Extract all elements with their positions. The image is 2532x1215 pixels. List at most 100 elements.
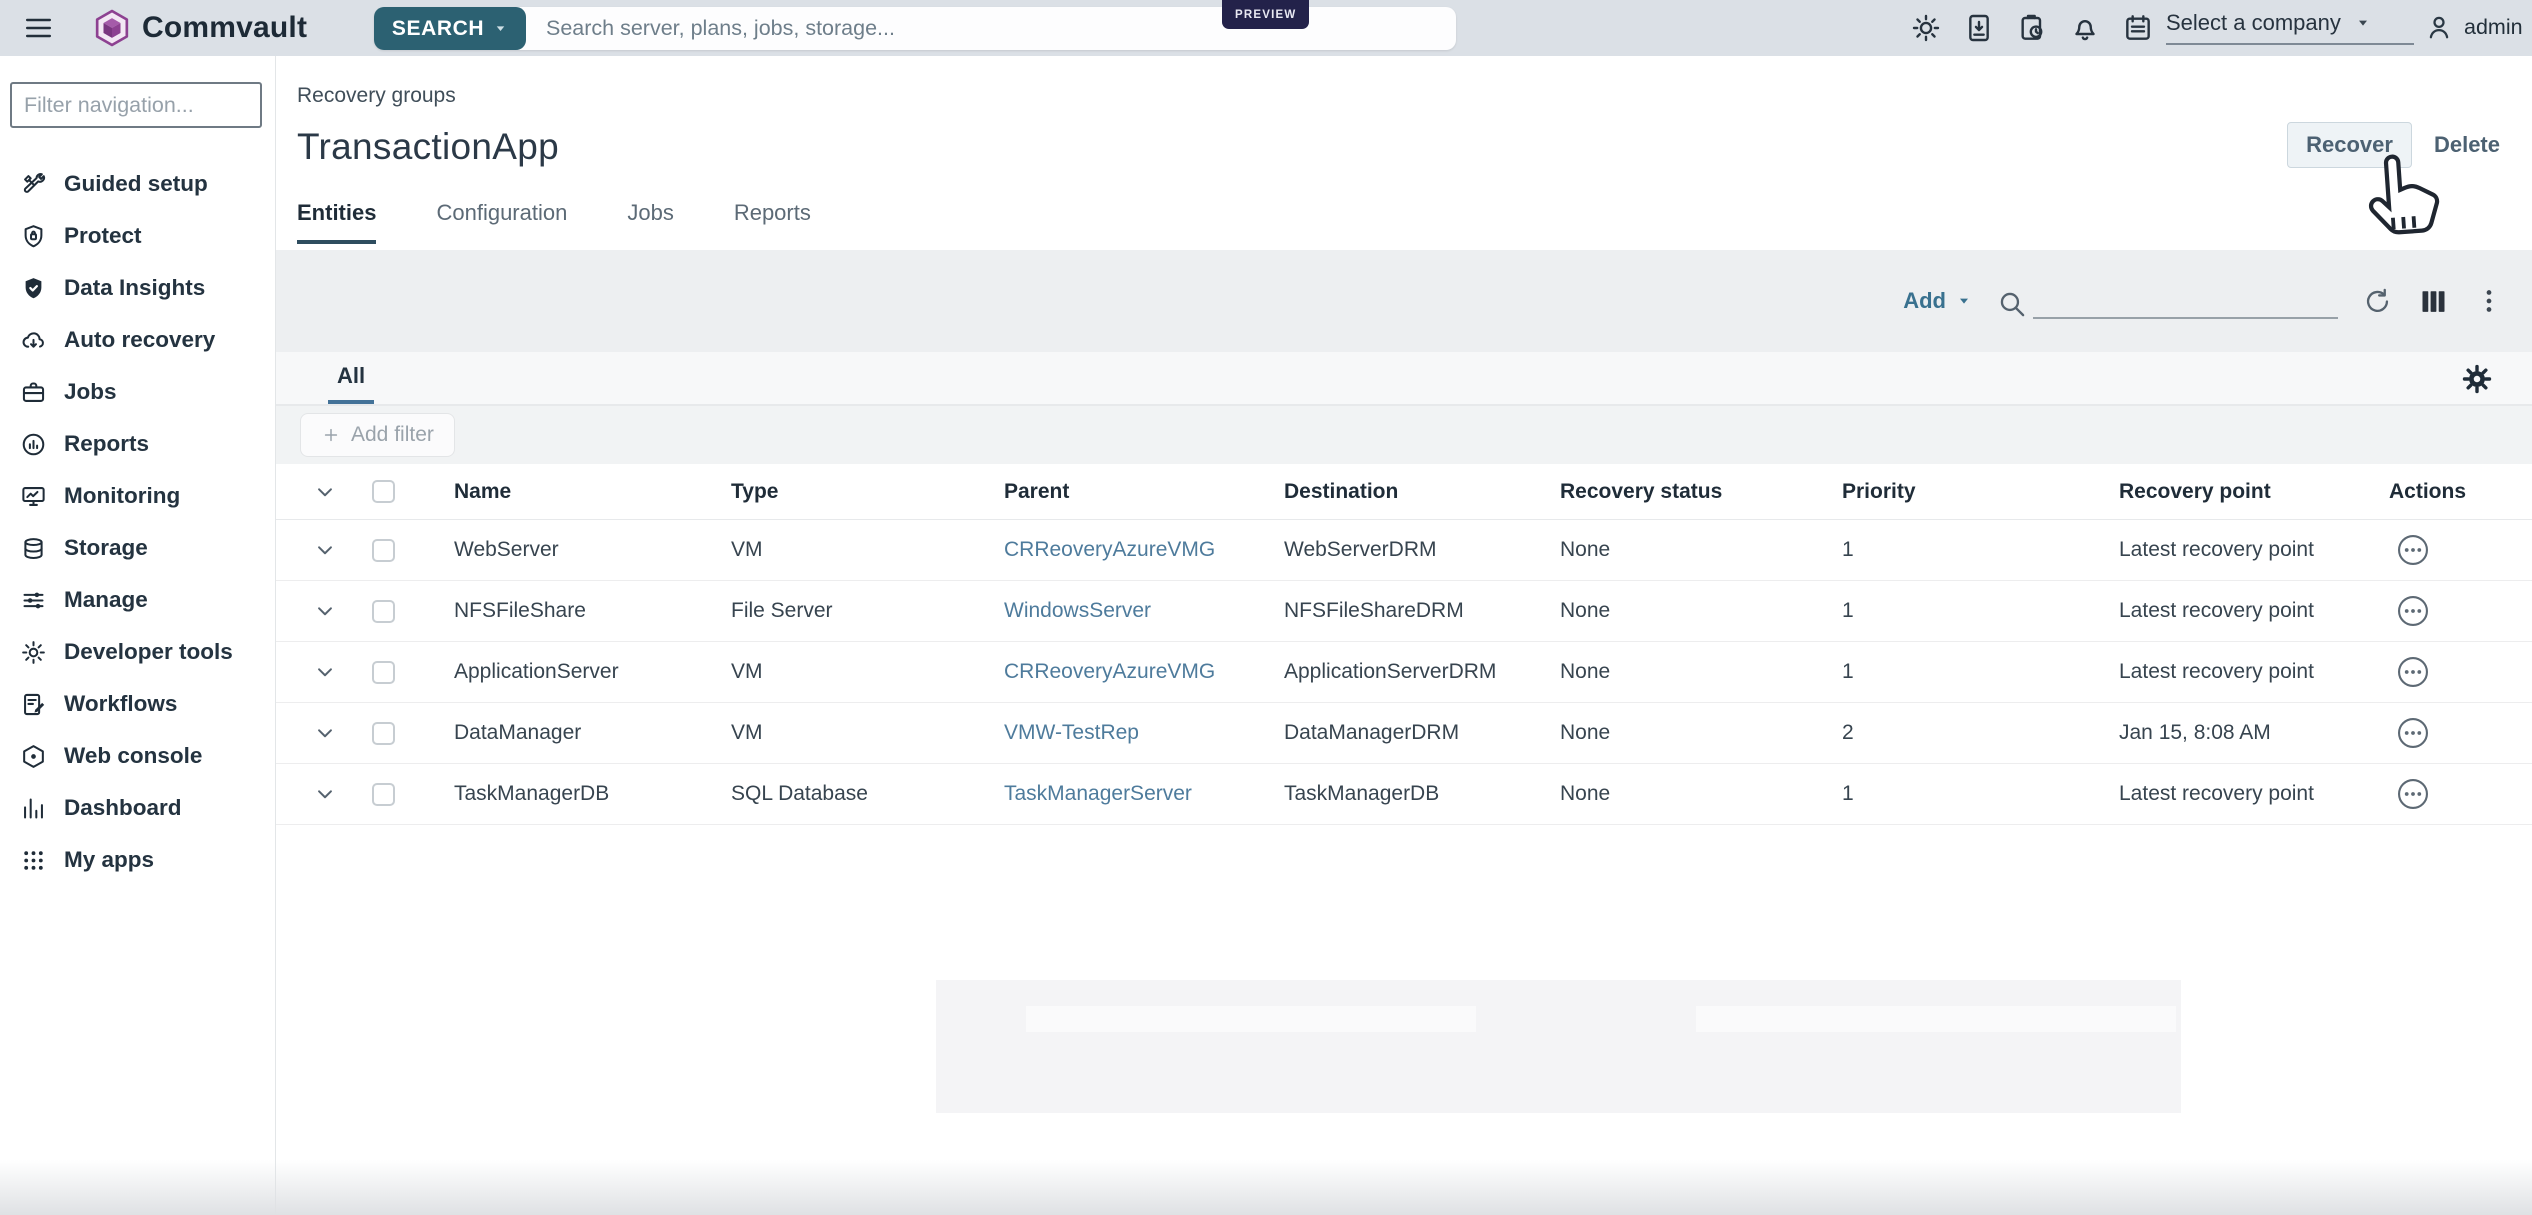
- recover-button[interactable]: Recover: [2287, 122, 2412, 168]
- cell-parent[interactable]: WindowsServer: [1004, 599, 1284, 623]
- cell-destination: DataManagerDRM: [1284, 721, 1560, 745]
- sidebar-item-data-insights[interactable]: Data Insights: [0, 262, 275, 314]
- add-button[interactable]: Add: [1903, 288, 1972, 314]
- ghost-artifact: [936, 980, 2181, 1113]
- row-expand-chevron-icon[interactable]: [312, 720, 338, 746]
- ghost-artifact: [1026, 1006, 1476, 1032]
- row-expand-chevron-icon[interactable]: [312, 537, 338, 563]
- cell-recovery-status: None: [1560, 721, 1842, 745]
- commvault-logo-text: Commvault: [142, 11, 307, 45]
- row-checkbox[interactable]: [372, 539, 395, 562]
- cell-parent[interactable]: TaskManagerServer: [1004, 782, 1284, 806]
- table-settings-gear-icon[interactable]: [2460, 362, 2494, 396]
- row-actions-icon[interactable]: [2395, 715, 2431, 751]
- audit-log-icon[interactable]: [2016, 12, 2048, 44]
- add-filter-button[interactable]: Add filter: [300, 413, 455, 457]
- select-all-checkbox[interactable]: [372, 480, 395, 503]
- cell-priority: 2: [1842, 721, 2119, 745]
- sidebar-item-my-apps[interactable]: My apps: [0, 834, 275, 886]
- jobs-icon: [20, 379, 47, 406]
- sidebar: Guided setupProtectData InsightsAuto rec…: [0, 56, 276, 1215]
- global-search-input[interactable]: [526, 16, 1456, 41]
- sidebar-item-manage[interactable]: Manage: [0, 574, 275, 626]
- row-actions-icon[interactable]: [2395, 593, 2431, 629]
- cell-name: WebServer: [454, 538, 731, 562]
- tab-entities[interactable]: Entities: [297, 200, 376, 244]
- row-checkbox[interactable]: [372, 722, 395, 745]
- tab-jobs[interactable]: Jobs: [627, 200, 673, 244]
- row-checkbox[interactable]: [372, 600, 395, 623]
- cell-name: DataManager: [454, 721, 731, 745]
- schedules-icon[interactable]: [2122, 12, 2154, 44]
- cell-recovery-point: Latest recovery point: [2119, 660, 2389, 684]
- cell-parent[interactable]: CRReoveryAzureVMG: [1004, 538, 1284, 562]
- web-console-icon: [20, 743, 47, 770]
- table-body: WebServerVMCRReoveryAzureVMGWebServerDRM…: [276, 520, 2532, 825]
- row-expand-chevron-icon[interactable]: [312, 781, 338, 807]
- column-header-destination[interactable]: Destination: [1284, 480, 1560, 504]
- column-header-priority[interactable]: Priority: [1842, 480, 2119, 504]
- chevron-down-icon[interactable]: [312, 479, 338, 505]
- company-selector[interactable]: Select a company: [2166, 10, 2414, 45]
- tab-configuration[interactable]: Configuration: [436, 200, 567, 244]
- column-header-recovery-status[interactable]: Recovery status: [1560, 480, 1842, 504]
- page-header-actions: Recover Delete: [2287, 122, 2510, 168]
- guided-setup-icon: [20, 171, 47, 198]
- sidebar-item-protect[interactable]: Protect: [0, 210, 275, 262]
- reports-download-icon[interactable]: [1963, 12, 1995, 44]
- theme-toggle-icon[interactable]: [1910, 12, 1942, 44]
- row-expand-chevron-icon[interactable]: [312, 659, 338, 685]
- cell-destination: NFSFileShareDRM: [1284, 599, 1560, 623]
- row-actions-icon[interactable]: [2395, 654, 2431, 690]
- sidebar-item-dashboard[interactable]: Dashboard: [0, 782, 275, 834]
- kebab-menu-icon[interactable]: [2474, 286, 2504, 316]
- sidebar-item-reports[interactable]: Reports: [0, 418, 275, 470]
- cell-name: ApplicationServer: [454, 660, 731, 684]
- sidebar-item-auto-recovery[interactable]: Auto recovery: [0, 314, 275, 366]
- column-header-parent[interactable]: Parent: [1004, 480, 1284, 504]
- protect-icon: [20, 223, 47, 250]
- delete-button[interactable]: Delete: [2424, 123, 2510, 167]
- column-header-actions[interactable]: Actions: [2389, 480, 2532, 504]
- sidebar-item-workflows[interactable]: Workflows: [0, 678, 275, 730]
- sidebar-item-web-console[interactable]: Web console: [0, 730, 275, 782]
- column-header-recovery-point[interactable]: Recovery point: [2119, 480, 2389, 504]
- user-menu[interactable]: admin: [2424, 12, 2523, 42]
- reports-icon: [20, 431, 47, 458]
- ghost-artifact: [1696, 1006, 2176, 1032]
- cell-parent[interactable]: VMW-TestRep: [1004, 721, 1284, 745]
- table-search-input[interactable]: [2033, 283, 2338, 319]
- breadcrumb[interactable]: Recovery groups: [297, 84, 456, 108]
- tab-all[interactable]: All: [328, 352, 374, 404]
- notifications-icon[interactable]: [2069, 12, 2101, 44]
- column-header-name[interactable]: Name: [454, 480, 731, 504]
- cell-parent[interactable]: CRReoveryAzureVMG: [1004, 660, 1284, 684]
- chevron-down-icon: [493, 21, 508, 36]
- refresh-icon[interactable]: [2362, 286, 2393, 317]
- cell-type: VM: [731, 660, 1004, 684]
- cell-name: NFSFileShare: [454, 599, 731, 623]
- cell-recovery-point: Latest recovery point: [2119, 782, 2389, 806]
- sidebar-item-monitoring[interactable]: Monitoring: [0, 470, 275, 522]
- cell-recovery-point: Jan 15, 8:08 AM: [2119, 721, 2389, 745]
- cell-recovery-status: None: [1560, 599, 1842, 623]
- row-expand-chevron-icon[interactable]: [312, 598, 338, 624]
- menu-icon[interactable]: [22, 12, 55, 44]
- sidebar-item-storage[interactable]: Storage: [0, 522, 275, 574]
- search-scope-button[interactable]: SEARCH: [374, 7, 526, 50]
- row-checkbox[interactable]: [372, 661, 395, 684]
- tab-reports[interactable]: Reports: [734, 200, 811, 244]
- row-checkbox[interactable]: [372, 783, 395, 806]
- sidebar-item-developer-tools[interactable]: Developer tools: [0, 626, 275, 678]
- commvault-logo[interactable]: Commvault: [92, 8, 307, 48]
- row-actions-icon[interactable]: [2395, 776, 2431, 812]
- columns-icon[interactable]: [2417, 285, 2450, 318]
- search-icon[interactable]: [1996, 288, 2027, 319]
- row-actions-icon[interactable]: [2395, 532, 2431, 568]
- filter-navigation-input[interactable]: [10, 82, 262, 128]
- sidebar-nav: Guided setupProtectData InsightsAuto rec…: [0, 158, 275, 886]
- sidebar-item-jobs[interactable]: Jobs: [0, 366, 275, 418]
- cell-recovery-point: Latest recovery point: [2119, 599, 2389, 623]
- sidebar-item-guided-setup[interactable]: Guided setup: [0, 158, 275, 210]
- column-header-type[interactable]: Type: [731, 480, 1004, 504]
